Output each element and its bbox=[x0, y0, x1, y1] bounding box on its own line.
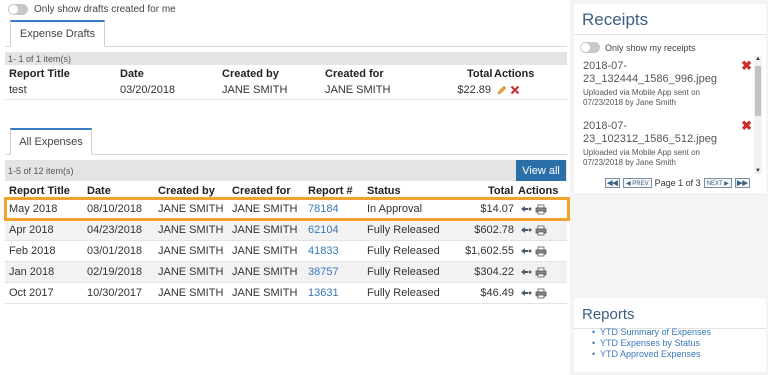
row-title: Feb 2018 bbox=[9, 245, 56, 257]
routing-icon[interactable] bbox=[520, 288, 532, 298]
row-created-by: JANE SMITH bbox=[222, 83, 288, 96]
row-created-by: JANE SMITH bbox=[158, 245, 224, 257]
report-link-ytd-summary[interactable]: YTD Summary of Expenses bbox=[592, 327, 711, 338]
row-created-for: JANE SMITH bbox=[325, 83, 391, 96]
row-created-by: JANE SMITH bbox=[158, 266, 224, 278]
row-title: test bbox=[9, 83, 27, 96]
tab-all-expenses[interactable]: All Expenses bbox=[10, 128, 92, 155]
receipt-sub-line2: 07/23/2018 by Jane Smith bbox=[583, 98, 676, 107]
tab-expense-drafts[interactable]: Expense Drafts bbox=[10, 20, 105, 47]
row-total: $1,602.55 bbox=[465, 245, 514, 257]
table-row[interactable]: test 03/20/2018 JANE SMITH JANE SMITH $2… bbox=[5, 80, 567, 100]
row-report-number[interactable]: 38757 bbox=[308, 262, 339, 282]
receipt-sub-line1: Uploaded via Mobile App sent on bbox=[583, 88, 700, 97]
scroll-up-icon[interactable]: ▲ bbox=[754, 56, 762, 62]
toggle-switch[interactable] bbox=[8, 4, 28, 15]
receipts-divider bbox=[574, 34, 766, 35]
last-page-button[interactable]: ▶▶ bbox=[734, 178, 750, 188]
scroll-thumb[interactable] bbox=[755, 66, 761, 116]
row-date: 02/19/2018 bbox=[87, 266, 143, 278]
print-icon[interactable] bbox=[535, 267, 547, 278]
table-row[interactable]: Oct 2017 10/30/2017 JANE SMITH JANE SMITH 13… bbox=[5, 283, 567, 304]
row-total: $602.78 bbox=[474, 224, 514, 236]
row-title: Oct 2017 bbox=[9, 287, 54, 299]
row-report-number[interactable]: 13631 bbox=[308, 283, 339, 303]
row-status: Fully Released bbox=[367, 266, 440, 278]
table-row[interactable]: Feb 2018 03/01/2018 JANE SMITH JANE SMITH 41… bbox=[5, 241, 567, 262]
row-title: Apr 2018 bbox=[9, 224, 54, 236]
routing-icon[interactable] bbox=[520, 267, 532, 277]
row-report-number[interactable]: 62104 bbox=[308, 220, 339, 240]
prev-page-button[interactable]: ◀ PREV bbox=[623, 178, 652, 188]
print-icon[interactable] bbox=[535, 225, 547, 236]
row-status: Fully Released bbox=[367, 224, 440, 236]
selected-row-highlight bbox=[4, 197, 570, 221]
row-total: $46.49 bbox=[480, 287, 514, 299]
report-link-ytd-approved[interactable]: YTD Approved Expenses bbox=[592, 349, 711, 360]
first-page-button[interactable]: ◀◀ bbox=[605, 178, 620, 188]
print-icon[interactable] bbox=[535, 288, 547, 299]
row-created-by: JANE SMITH bbox=[158, 224, 224, 236]
row-created-for: JANE SMITH bbox=[232, 245, 298, 257]
drafts-filter-toggle[interactable]: Only show drafts created for me bbox=[8, 4, 176, 15]
pencil-icon[interactable] bbox=[497, 85, 507, 95]
row-date: 04/23/2018 bbox=[87, 224, 143, 236]
receipt-name-line2: 23_132444_1586_996.jpeg bbox=[583, 73, 717, 85]
next-page-button[interactable]: NEXT ▶ bbox=[703, 178, 732, 188]
reports-panel: Reports YTD Summary of Expenses YTD Expe… bbox=[574, 298, 766, 372]
row-total: $22.89 bbox=[457, 83, 491, 96]
row-report-number[interactable]: 41833 bbox=[308, 241, 339, 261]
table-row[interactable]: Jan 2018 02/19/2018 JANE SMITH JANE SMITH 38… bbox=[5, 262, 567, 283]
scroll-down-icon[interactable]: ▼ bbox=[754, 168, 762, 174]
drafts-item-count: 1- 1 of 1 item(s) bbox=[5, 52, 567, 65]
toggle-switch[interactable] bbox=[580, 42, 600, 53]
receipt-name-line1: 2018-07- bbox=[583, 120, 628, 132]
receipts-pager: ◀◀ ◀ PREV Page 1 of 3 NEXT ▶ ▶▶ bbox=[605, 178, 750, 188]
receipts-scrollbar[interactable]: ▲ ▼ bbox=[754, 56, 762, 174]
print-icon[interactable] bbox=[535, 246, 547, 257]
row-created-for: JANE SMITH bbox=[232, 287, 298, 299]
right-sidebar: Receipts Only show my receipts 2018-07- … bbox=[570, 0, 768, 375]
expenses-item-count: 1-5 of 12 item(s) bbox=[5, 160, 567, 181]
drafts-item-count-text: 1- 1 of 1 item(s) bbox=[8, 53, 72, 64]
tab-expense-drafts-label: Expense Drafts bbox=[19, 28, 96, 40]
reports-title: Reports bbox=[582, 306, 635, 323]
receipt-name-line2: 23_102312_1586_512.jpeg bbox=[583, 133, 717, 145]
routing-icon[interactable] bbox=[520, 246, 532, 256]
receipts-filter-label: Only show my receipts bbox=[605, 42, 696, 53]
report-link-ytd-by-status[interactable]: YTD Expenses by Status bbox=[592, 338, 711, 349]
delete-icon[interactable] bbox=[510, 85, 520, 95]
receipts-title: Receipts bbox=[582, 10, 649, 29]
row-status: Fully Released bbox=[367, 287, 440, 299]
expenses-item-count-text: 1-5 of 12 item(s) bbox=[8, 165, 74, 176]
row-date: 03/20/2018 bbox=[120, 83, 176, 96]
receipt-sub-line2: 07/23/2018 by Jane Smith bbox=[583, 158, 676, 167]
routing-icon[interactable] bbox=[520, 225, 532, 235]
row-created-by: JANE SMITH bbox=[158, 287, 224, 299]
delete-receipt-icon[interactable]: ✖ bbox=[741, 58, 752, 74]
drafts-filter-label: Only show drafts created for me bbox=[34, 4, 176, 15]
receipt-name-line1: 2018-07- bbox=[583, 60, 628, 72]
row-date: 10/30/2017 bbox=[87, 287, 143, 299]
delete-receipt-icon[interactable]: ✖ bbox=[741, 118, 752, 134]
table-row[interactable]: Apr 2018 04/23/2018 JANE SMITH JANE SMITH 62… bbox=[5, 220, 567, 241]
receipts-filter-toggle[interactable]: Only show my receipts bbox=[580, 42, 696, 53]
receipts-panel: Receipts Only show my receipts 2018-07- … bbox=[574, 4, 766, 193]
row-created-for: JANE SMITH bbox=[232, 266, 298, 278]
row-status: Fully Released bbox=[367, 245, 440, 257]
tab-all-expenses-label: All Expenses bbox=[19, 136, 83, 148]
receipt-sub-line1: Uploaded via Mobile App sent on bbox=[583, 148, 700, 157]
receipt-item[interactable]: 2018-07- 23_102312_1586_512.jpeg Uploade… bbox=[583, 120, 743, 168]
receipt-item[interactable]: 2018-07- 23_132444_1586_996.jpeg Uploade… bbox=[583, 60, 743, 108]
row-total: $304.22 bbox=[474, 266, 514, 278]
page-indicator: Page 1 of 3 bbox=[654, 178, 701, 188]
view-all-button[interactable]: View all bbox=[516, 160, 566, 181]
row-title: Jan 2018 bbox=[9, 266, 55, 278]
reports-list: YTD Summary of Expenses YTD Expenses by … bbox=[592, 327, 711, 360]
row-date: 03/01/2018 bbox=[87, 245, 143, 257]
row-created-for: JANE SMITH bbox=[232, 224, 298, 236]
